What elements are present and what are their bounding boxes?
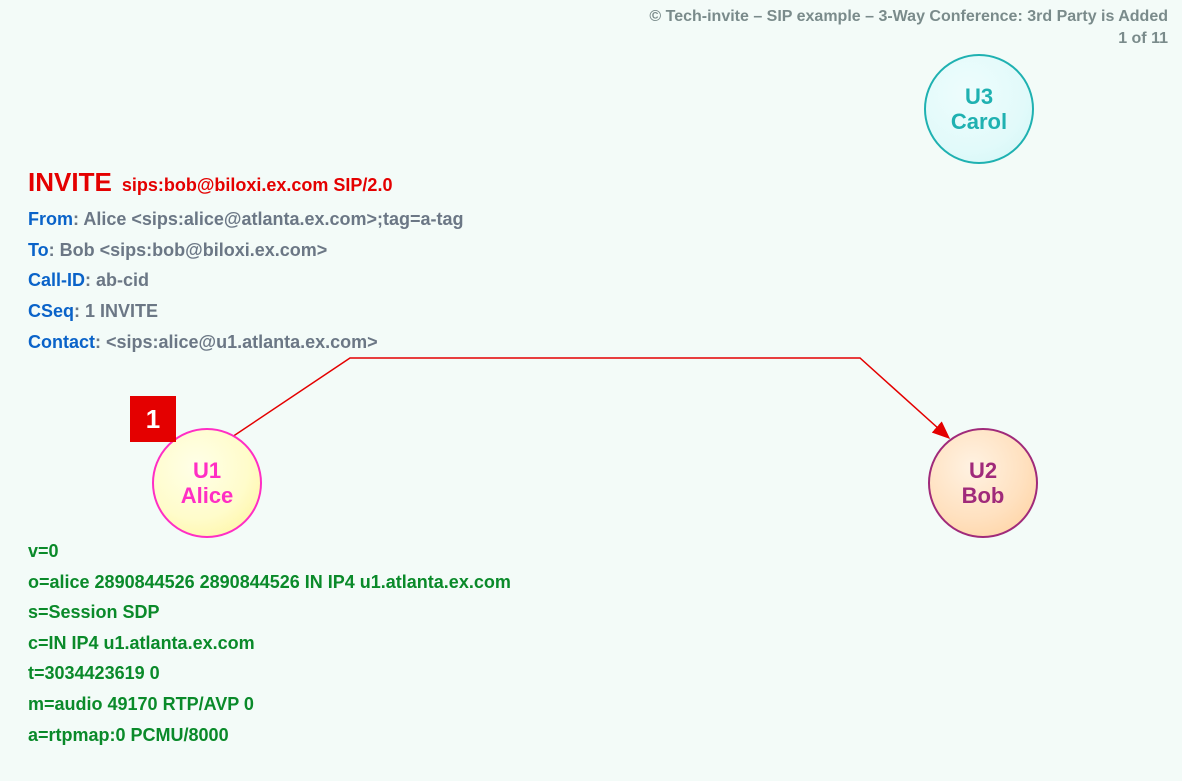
sip-header-callid-value: : ab-cid: [85, 270, 149, 290]
node-u2-bob: U2 Bob: [928, 428, 1038, 538]
sip-header-to-label: To: [28, 240, 49, 260]
diagram-header: © Tech-invite – SIP example – 3-Way Conf…: [649, 6, 1168, 49]
sip-method: INVITE: [28, 167, 112, 197]
sdp-line-s: s=Session SDP: [28, 597, 511, 628]
sip-header-contact-label: Contact: [28, 332, 95, 352]
step-number-badge: 1: [130, 396, 176, 442]
node-u3-name: Carol: [951, 109, 1007, 134]
sip-header-cseq-value: : 1 INVITE: [74, 301, 158, 321]
message-arrow-u1-to-u2: [232, 358, 949, 438]
sip-header-to-value: : Bob <sips:bob@biloxi.ex.com>: [49, 240, 328, 260]
node-u1-alice: U1 Alice: [152, 428, 262, 538]
sdp-line-o: o=alice 2890844526 2890844526 IN IP4 u1.…: [28, 567, 511, 598]
sdp-line-t: t=3034423619 0: [28, 658, 511, 689]
step-number: 1: [146, 404, 160, 435]
sip-header-from-value: : Alice <sips:alice@atlanta.ex.com>;tag=…: [73, 209, 464, 229]
sip-header-callid-label: Call-ID: [28, 270, 85, 290]
sip-header-from: From: Alice <sips:alice@atlanta.ex.com>;…: [28, 204, 464, 235]
node-u2-name: Bob: [962, 483, 1005, 508]
sip-header-contact: Contact: <sips:alice@u1.atlanta.ex.com>: [28, 327, 464, 358]
sip-header-to: To: Bob <sips:bob@biloxi.ex.com>: [28, 235, 464, 266]
diagram-page-indicator: 1 of 11: [649, 28, 1168, 50]
node-u3-carol: U3 Carol: [924, 54, 1034, 164]
sdp-line-a: a=rtpmap:0 PCMU/8000: [28, 720, 511, 751]
sip-header-contact-value: : <sips:alice@u1.atlanta.ex.com>: [95, 332, 378, 352]
node-u1-name: Alice: [181, 483, 234, 508]
sdp-line-v: v=0: [28, 536, 511, 567]
sip-request-uri: sips:bob@biloxi.ex.com SIP/2.0: [122, 175, 393, 195]
node-u3-id: U3: [965, 84, 993, 109]
sdp-line-m: m=audio 49170 RTP/AVP 0: [28, 689, 511, 720]
sdp-line-c: c=IN IP4 u1.atlanta.ex.com: [28, 628, 511, 659]
sip-header-callid: Call-ID: ab-cid: [28, 265, 464, 296]
sip-request-block: INVITE sips:bob@biloxi.ex.com SIP/2.0 Fr…: [28, 160, 464, 357]
sdp-block: v=0 o=alice 2890844526 2890844526 IN IP4…: [28, 536, 511, 750]
node-u1-id: U1: [193, 458, 221, 483]
diagram-title: © Tech-invite – SIP example – 3-Way Conf…: [649, 6, 1168, 28]
node-u2-id: U2: [969, 458, 997, 483]
sip-header-from-label: From: [28, 209, 73, 229]
sip-header-cseq-label: CSeq: [28, 301, 74, 321]
sip-request-line: INVITE sips:bob@biloxi.ex.com SIP/2.0: [28, 160, 464, 204]
sip-header-cseq: CSeq: 1 INVITE: [28, 296, 464, 327]
